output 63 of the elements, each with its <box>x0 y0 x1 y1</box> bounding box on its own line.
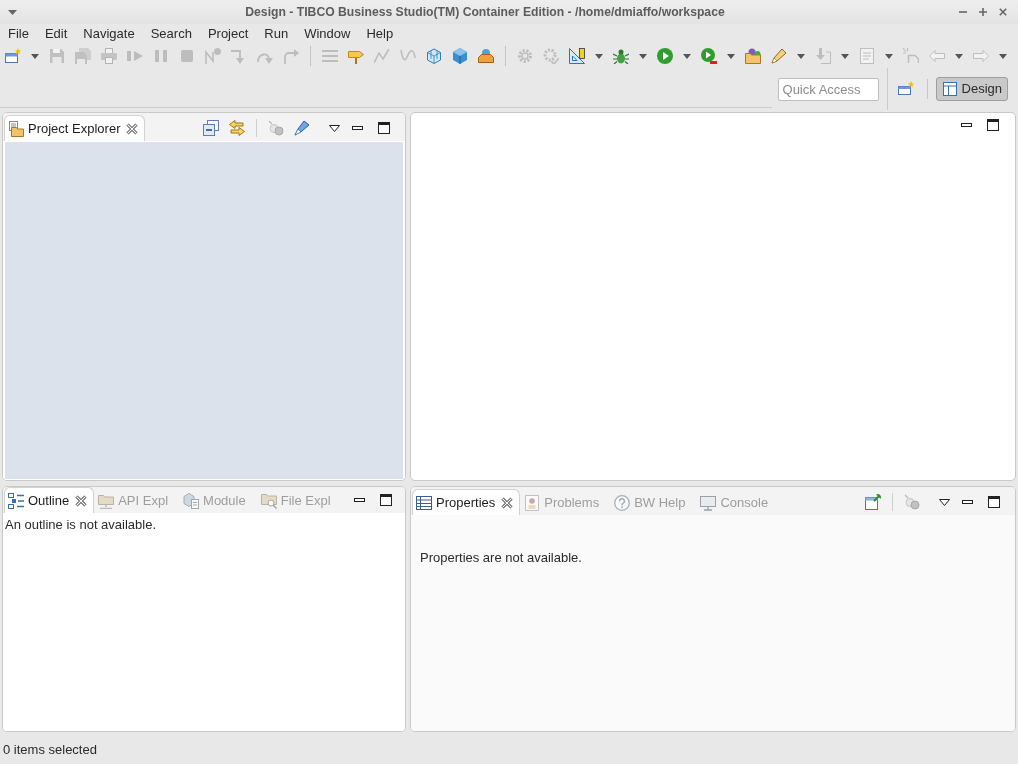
view-tab[interactable]: Properties <box>412 489 521 515</box>
status-text: 0 items selected <box>3 741 97 760</box>
cube-document-icon <box>183 492 200 509</box>
tray-icon[interactable] <box>478 48 494 64</box>
menu-item[interactable]: Navigate <box>75 25 143 43</box>
new-window-icon[interactable] <box>5 48 21 64</box>
close-icon[interactable] <box>75 494 88 507</box>
new-window-icon[interactable] <box>897 81 914 97</box>
menu-item[interactable]: File <box>0 25 37 43</box>
folder-icon[interactable] <box>745 48 761 64</box>
maximize-icon[interactable] <box>988 496 1000 508</box>
menu-item[interactable]: Window <box>296 25 359 43</box>
help-icon <box>614 494 631 511</box>
menu-item[interactable]: Search <box>142 25 200 43</box>
wireframe-cube-icon[interactable] <box>426 48 442 64</box>
view-menu-icon[interactable] <box>939 498 950 506</box>
collapse-all-icon[interactable] <box>203 120 219 136</box>
quick-access-field[interactable]: Quick Access <box>777 77 879 101</box>
window-title: Design - TIBCO Business Studio(TM) Container Edition - /home/dmiaffo/workspace <box>245 3 725 21</box>
empty-message: An outline is not available. <box>5 516 157 534</box>
empty-message: Properties are not available. <box>420 549 582 567</box>
close-icon[interactable] <box>501 496 514 509</box>
view-tab[interactable]: Outline <box>4 487 95 513</box>
report-icon <box>524 494 541 511</box>
table-icon <box>416 494 432 511</box>
menu-item[interactable]: Help <box>358 25 402 43</box>
caret-icon[interactable] <box>31 53 39 59</box>
close-icon[interactable] <box>126 122 139 135</box>
layout-icon <box>942 82 957 96</box>
menu-item[interactable]: Edit <box>36 25 76 43</box>
perspective-button[interactable]: Design <box>935 77 1008 101</box>
caret-icon[interactable] <box>8 9 17 15</box>
caret-icon[interactable] <box>595 53 603 59</box>
maximize-icon[interactable] <box>379 494 392 506</box>
minimize-icon[interactable] <box>353 498 365 502</box>
minimize-icon[interactable] <box>352 126 363 130</box>
caret-icon[interactable] <box>639 53 647 59</box>
tree-list-icon <box>8 492 24 509</box>
pen-icon[interactable] <box>294 120 310 136</box>
minimize-icon[interactable] <box>962 500 973 504</box>
minimize-icon[interactable] <box>961 123 972 127</box>
caret-icon[interactable] <box>727 53 735 59</box>
menu-item[interactable]: Project <box>199 25 257 43</box>
monitor-icon <box>700 494 717 511</box>
bug-icon[interactable] <box>613 48 629 64</box>
play-stop-icon[interactable] <box>701 48 717 64</box>
view-tab[interactable]: Project Explorer <box>4 115 146 141</box>
swap-arrows-icon[interactable] <box>229 120 245 136</box>
signpost-icon[interactable] <box>348 48 364 64</box>
play-icon[interactable] <box>657 48 673 64</box>
caret-icon[interactable] <box>683 53 691 59</box>
maximize-icon[interactable] <box>987 119 999 131</box>
pin-icon[interactable] <box>865 494 881 510</box>
maximize-icon[interactable] <box>378 122 390 134</box>
folder-search-icon <box>260 492 277 509</box>
folder-document-icon <box>8 120 24 137</box>
caret-icon[interactable] <box>797 53 805 59</box>
cube-icon[interactable] <box>452 48 468 64</box>
folder-network-icon <box>98 492 115 509</box>
close-icon[interactable] <box>999 7 1007 17</box>
view-menu-icon[interactable] <box>329 124 340 132</box>
pen-icon[interactable] <box>771 48 787 64</box>
menu-item[interactable]: Run <box>256 25 297 43</box>
